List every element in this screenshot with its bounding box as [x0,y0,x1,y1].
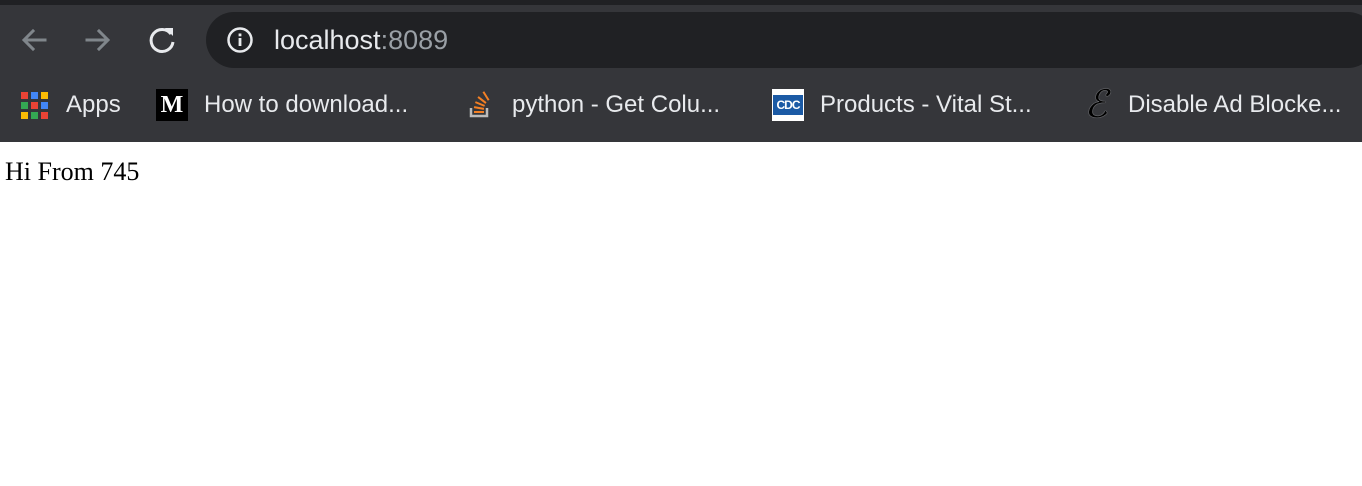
arrow-right-icon [85,28,111,52]
address-bar[interactable]: localhost:8089 [206,12,1362,68]
url-text[interactable]: localhost:8089 [274,25,448,55]
bookmark-label: python - Get Colu... [512,91,721,118]
bookmark-label: How to download... [204,91,409,118]
reload-button[interactable] [142,20,182,60]
cdc-logo-icon: CDC [772,89,804,121]
info-circle-icon[interactable] [226,26,254,54]
back-button[interactable] [14,20,54,60]
bookmark-stackoverflow[interactable]: python - Get Colu... [464,88,720,122]
reload-icon [149,27,175,53]
url-host: localhost [274,25,381,55]
engadget-icon: ℰ [1084,84,1108,126]
bookmark-engadget[interactable]: ℰ Disable Ad Blocke... [1080,84,1342,126]
url-port: :8089 [380,25,449,55]
bookmark-medium[interactable]: M How to download... [156,88,408,122]
apps-grid-icon [18,89,50,121]
bookmark-label: Products - Vital St... [820,91,1032,118]
forward-button[interactable] [78,20,118,60]
bookmark-cdc[interactable]: CDC Products - Vital St... [772,88,1032,122]
browser-chrome: localhost:8089 Apps M How to download... [0,0,1362,142]
bookmark-apps[interactable]: Apps [18,88,121,122]
arrow-left-icon [21,28,47,52]
bookmark-label: Apps [66,91,121,118]
medium-logo-icon: M [156,89,188,121]
browser-toolbar: localhost:8089 [0,5,1362,75]
stackoverflow-icon [464,89,496,121]
bookmark-label: Disable Ad Blocke... [1128,91,1342,118]
bookmarks-bar: Apps M How to download... python - Get C… [0,80,1362,130]
page-body-text: Hi From 745 [5,157,140,186]
